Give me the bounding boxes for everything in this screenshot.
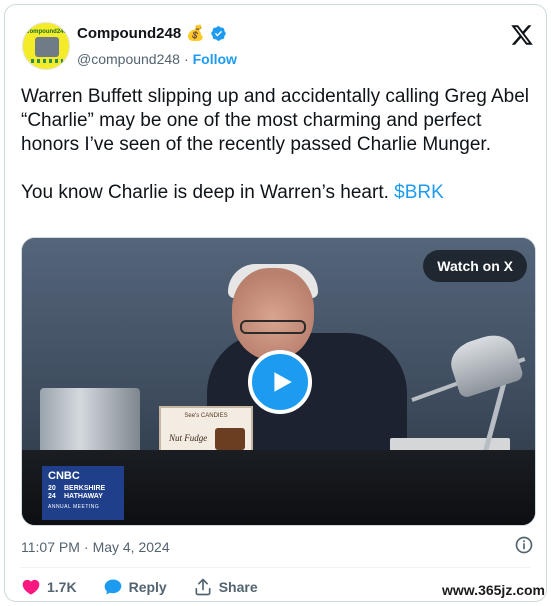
badge-year-top: 20 bbox=[48, 485, 56, 492]
play-button[interactable] bbox=[248, 350, 312, 414]
tweet-timestamp[interactable]: 11:07 PM · May 4, 2024 bbox=[21, 539, 170, 555]
watch-on-x-button[interactable]: Watch on X bbox=[423, 250, 527, 282]
heart-icon bbox=[22, 579, 40, 595]
play-icon bbox=[274, 372, 292, 392]
badge-company-top: BERKSHIRE bbox=[64, 485, 106, 492]
verified-badge-icon bbox=[211, 26, 226, 41]
tweet-body: Warren Buffett slipping up and accidenta… bbox=[21, 85, 536, 205]
avatar[interactable]: Compound248 bbox=[22, 22, 70, 70]
money-bag-icon: 💰 bbox=[186, 25, 205, 42]
cashtag-link[interactable]: $BRK bbox=[394, 182, 444, 203]
avatar-label: Compound248 bbox=[25, 29, 67, 35]
site-watermark: www.365jz.com bbox=[442, 582, 545, 598]
avatar-photo bbox=[35, 37, 59, 57]
reply-bubble-icon bbox=[104, 579, 121, 595]
cnbc-berkshire-badge: CNBC 20 24 BERKSHIRE HATHAWAY ANNUAL MEE… bbox=[42, 466, 124, 520]
like-button[interactable]: 1.7K bbox=[21, 577, 77, 597]
info-icon[interactable] bbox=[514, 535, 534, 555]
reply-label: Reply bbox=[128, 579, 167, 595]
badge-year-bottom: 24 bbox=[48, 493, 56, 500]
share-button[interactable]: Share bbox=[193, 577, 258, 597]
fudge-box-brand: See's CANDIES bbox=[184, 413, 228, 419]
video-person-head bbox=[232, 268, 314, 360]
reply-button[interactable]: Reply bbox=[103, 577, 167, 597]
fudge-box-title: Nut Fudge bbox=[169, 433, 208, 443]
action-bar: 1.7K Reply Share bbox=[21, 575, 284, 599]
tweet-paragraph-2: You know Charlie is deep in Warren’s hea… bbox=[21, 181, 536, 205]
tweet-card: Compound248 Compound248 💰 @compound248 ·… bbox=[4, 4, 547, 602]
cnbc-logo: CNBC bbox=[48, 470, 80, 482]
divider bbox=[21, 567, 530, 568]
tweet-paragraph-2-text: You know Charlie is deep in Warren’s hea… bbox=[21, 182, 395, 203]
tweet-date: May 4, 2024 bbox=[92, 539, 170, 555]
badge-year: 20 24 bbox=[48, 485, 60, 501]
share-label: Share bbox=[218, 579, 258, 595]
author-name-row: Compound248 💰 bbox=[77, 25, 227, 42]
badge-company: BERKSHIRE HATHAWAY bbox=[64, 485, 105, 501]
video-person-glasses bbox=[240, 320, 306, 334]
avatar-money-decoration bbox=[31, 59, 63, 63]
tweet-time: 11:07 PM bbox=[21, 539, 80, 555]
badge-line: 20 24 BERKSHIRE HATHAWAY bbox=[48, 485, 118, 501]
badge-company-bottom: HATHAWAY bbox=[64, 493, 103, 500]
video-player[interactable]: See's CANDIES Nut Fudge Watch on X CNBC … bbox=[21, 237, 536, 526]
author-handle[interactable]: @compound248 bbox=[77, 51, 180, 67]
handle-separator: · bbox=[183, 51, 189, 67]
x-logo-icon[interactable] bbox=[510, 23, 534, 47]
like-count: 1.7K bbox=[47, 579, 77, 595]
share-icon bbox=[195, 578, 211, 596]
author-handle-row: @compound248 · Follow bbox=[77, 51, 237, 67]
badge-event: ANNUAL MEETING bbox=[48, 504, 100, 510]
tweet-paragraph-1: Warren Buffett slipping up and accidenta… bbox=[21, 86, 530, 155]
fudge-piece bbox=[215, 428, 245, 450]
timestamp-separator: · bbox=[83, 539, 89, 555]
author-display-name[interactable]: Compound248 bbox=[77, 25, 181, 42]
follow-button[interactable]: Follow bbox=[193, 51, 237, 67]
